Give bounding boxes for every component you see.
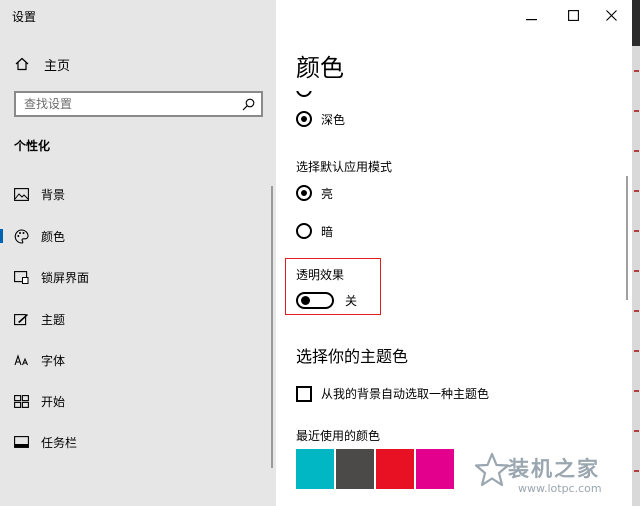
sidebar-item-label: 任务栏: [41, 435, 78, 450]
content-pane: 颜色 深色 选择默认应用模式 亮 暗 透明效果 关 选择你的主题色 从我的背景自…: [276, 0, 632, 506]
recent-colors: [296, 449, 456, 489]
maximize-icon: [567, 6, 579, 25]
sidebar-item-label: 主题: [41, 312, 66, 327]
auto-accent-row[interactable]: 从我的背景自动选取一种主题色: [296, 385, 489, 402]
color-swatch[interactable]: [416, 449, 454, 489]
minimize-button[interactable]: [514, 0, 548, 30]
close-icon: [605, 6, 617, 25]
accent-color-title: 选择你的主题色: [296, 347, 409, 366]
radio-button[interactable]: [296, 223, 312, 239]
sidebar-item-background[interactable]: 背景: [0, 174, 270, 214]
home-nav-item[interactable]: 主页: [14, 54, 70, 74]
toggle-state: 关: [345, 294, 358, 308]
maximize-button[interactable]: [556, 0, 590, 30]
sidebar: 设置 主页 个性化 背景 颜色 锁屏界面 主题: [0, 0, 276, 506]
section-title: 个性化: [14, 139, 51, 153]
radio-light-app[interactable]: 亮: [296, 183, 333, 203]
radio-button[interactable]: [296, 111, 312, 127]
sidebar-item-taskbar[interactable]: 任务栏: [0, 422, 270, 462]
radio-label: 深色: [321, 112, 346, 127]
sidebar-item-lockscreen[interactable]: 锁屏界面: [0, 257, 270, 297]
watermark: 装机之家 www.lotpc.com: [474, 452, 634, 502]
sidebar-item-label: 背景: [41, 187, 66, 202]
content-scrollbar[interactable]: [626, 176, 628, 300]
transparency-toggle[interactable]: [296, 292, 334, 309]
radio-dark-app[interactable]: 暗: [296, 221, 333, 241]
sidebar-item-font[interactable]: 字体: [0, 340, 270, 380]
auto-accent-checkbox[interactable]: [296, 385, 312, 402]
sidebar-scrollbar[interactable]: [271, 186, 273, 468]
color-swatch[interactable]: [296, 449, 334, 489]
font-icon: [13, 352, 29, 368]
theme-icon: [13, 311, 29, 327]
transparency-label: 透明效果: [296, 268, 345, 282]
radio-label: 暗: [321, 224, 334, 239]
palette-icon: [13, 228, 29, 244]
sidebar-item-color[interactable]: 颜色: [0, 216, 270, 256]
color-swatch[interactable]: [336, 449, 374, 489]
background-window: [632, 0, 640, 506]
radio-dark-mode[interactable]: 深色: [296, 109, 345, 129]
home-icon: [14, 57, 30, 71]
radio-label: 亮: [321, 186, 334, 201]
star-logo-icon: [474, 452, 510, 487]
transparency-toggle-row[interactable]: 关: [296, 292, 357, 309]
lockscreen-icon: [13, 269, 29, 285]
checkbox-label: 从我的背景自动选取一种主题色: [321, 387, 490, 401]
recent-colors-label: 最近使用的颜色: [296, 429, 381, 443]
search-input[interactable]: [24, 97, 241, 111]
radio-button[interactable]: [296, 185, 312, 201]
close-button[interactable]: [594, 0, 628, 30]
page-title: 颜色: [296, 54, 344, 82]
color-swatch[interactable]: [376, 449, 414, 489]
start-icon: [13, 393, 29, 409]
watermark-text: 装机之家: [508, 457, 600, 481]
sidebar-item-theme[interactable]: 主题: [0, 299, 270, 339]
sidebar-item-label: 锁屏界面: [41, 270, 90, 285]
sidebar-item-label: 字体: [41, 353, 66, 368]
search-icon[interactable]: [241, 97, 255, 111]
watermark-url: www.lotpc.com: [518, 482, 602, 495]
sidebar-item-label: 颜色: [41, 229, 66, 244]
app-mode-label: 选择默认应用模式: [296, 160, 393, 174]
picture-icon: [13, 186, 29, 202]
home-label: 主页: [44, 58, 71, 74]
sidebar-item-label: 开始: [41, 394, 66, 409]
sidebar-item-start[interactable]: 开始: [0, 381, 270, 421]
minimize-icon: [525, 6, 537, 25]
search-box[interactable]: [14, 91, 263, 117]
taskbar-icon: [13, 434, 29, 450]
app-title: 设置: [12, 10, 37, 24]
